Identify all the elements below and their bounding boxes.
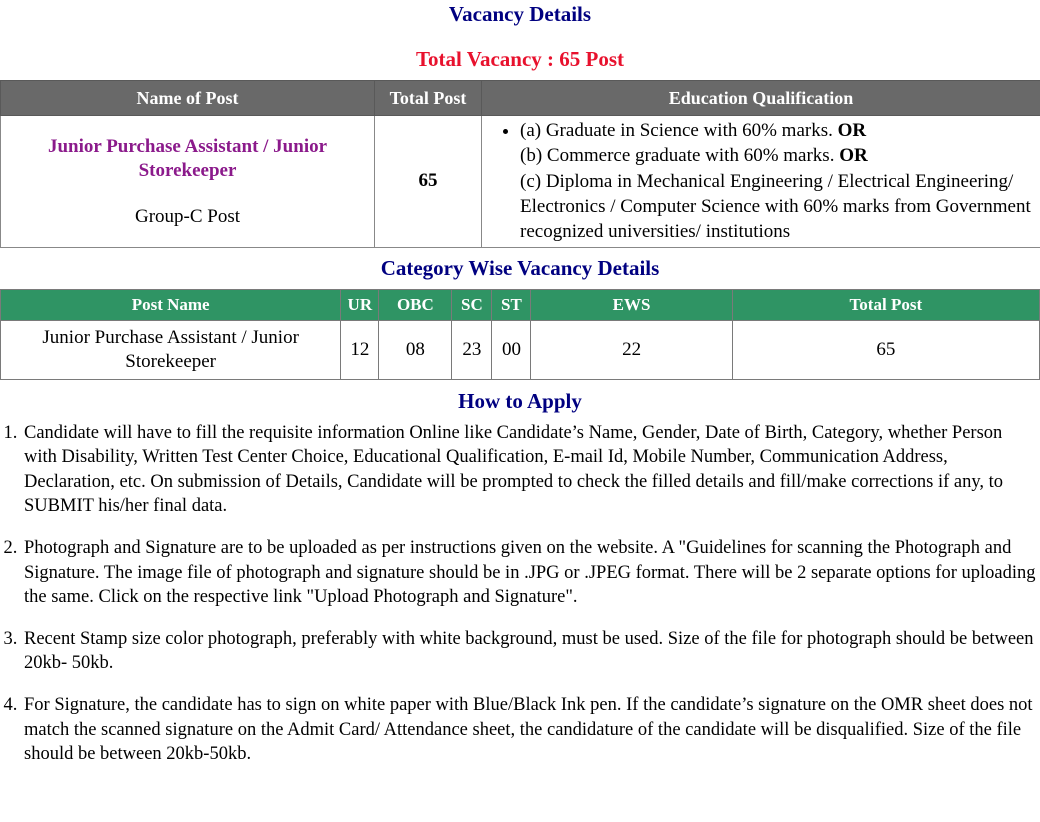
cell-sc: 23 (451, 319, 493, 380)
column-header-total-post: Total Post (374, 80, 482, 117)
list-item: For Signature, the candidate has to sign… (22, 693, 1038, 767)
cell-total: 65 (731, 319, 1040, 380)
cell-obc: 08 (378, 319, 453, 380)
cell-post-name: Junior Purchase Assistant / Junior Store… (0, 319, 342, 380)
table-row: Junior Purchase Assistant / Junior Store… (0, 319, 1040, 380)
column-header-ews: EWS (530, 288, 733, 321)
list-item: Recent Stamp size color photograph, pref… (22, 627, 1038, 676)
edu-line-a: (a) Graduate in Science with 60% marks. (520, 120, 838, 142)
column-header-education-qualification: Education Qualification (481, 80, 1040, 117)
category-wise-heading: Category Wise Vacancy Details (380, 255, 660, 280)
cell-st: 00 (491, 319, 532, 380)
column-header-obc: OBC (378, 288, 453, 321)
column-header-total-post: Total Post (731, 288, 1040, 321)
education-qualification-list: (a) Graduate in Science with 60% marks. … (486, 118, 1036, 244)
cell-ews: 22 (530, 319, 733, 380)
column-header-name-of-post: Name of Post (0, 80, 375, 117)
column-header-sc: SC (451, 288, 493, 321)
cell-education-qualification: (a) Graduate in Science with 60% marks. … (481, 115, 1040, 248)
edu-line-b: (b) Commerce graduate with 60% marks. (520, 145, 840, 167)
list-item: Photograph and Signature are to be uploa… (22, 536, 1038, 610)
cell-post-name: Junior Purchase Assistant / Junior Store… (0, 115, 375, 248)
column-header-st: ST (491, 288, 532, 321)
table-header-row: Post Name UR OBC SC ST EWS Total Post (0, 288, 1040, 321)
column-header-post-name: Post Name (0, 288, 342, 321)
post-group-text: Group-C Post (134, 205, 241, 227)
table-header-row: Name of Post Total Post Education Qualif… (0, 80, 1040, 117)
edu-line-c: (c) Diploma in Mechanical Engineering / … (520, 170, 1031, 243)
total-vacancy-heading: Total Vacancy : 65 Post (415, 47, 625, 72)
vacancy-details-table: Name of Post Total Post Education Qualif… (0, 80, 1040, 248)
category-wise-vacancy-table: Post Name UR OBC SC ST EWS Total Post Ju… (0, 288, 1040, 380)
list-item: (a) Graduate in Science with 60% marks. … (520, 118, 1036, 244)
table-row: Junior Purchase Assistant / Junior Store… (0, 115, 1040, 248)
cat-post-name-text: Junior Purchase Assistant / Junior Store… (42, 326, 299, 372)
column-header-ur: UR (340, 288, 380, 321)
list-item: Candidate will have to fill the requisit… (22, 421, 1038, 519)
how-to-apply-section: Candidate will have to fill the requisit… (0, 421, 1040, 767)
edu-or-2: OR (839, 145, 868, 167)
edu-or-1: OR (837, 120, 867, 142)
cell-ur: 12 (340, 319, 380, 380)
cell-total-post: 65 (374, 115, 482, 248)
page-title-vacancy-details: Vacancy Details (448, 2, 592, 26)
post-name-text: Junior Purchase Assistant / Junior Store… (47, 136, 328, 182)
how-to-apply-list: Candidate will have to fill the requisit… (0, 421, 1038, 767)
how-to-apply-heading: How to Apply (458, 388, 582, 413)
